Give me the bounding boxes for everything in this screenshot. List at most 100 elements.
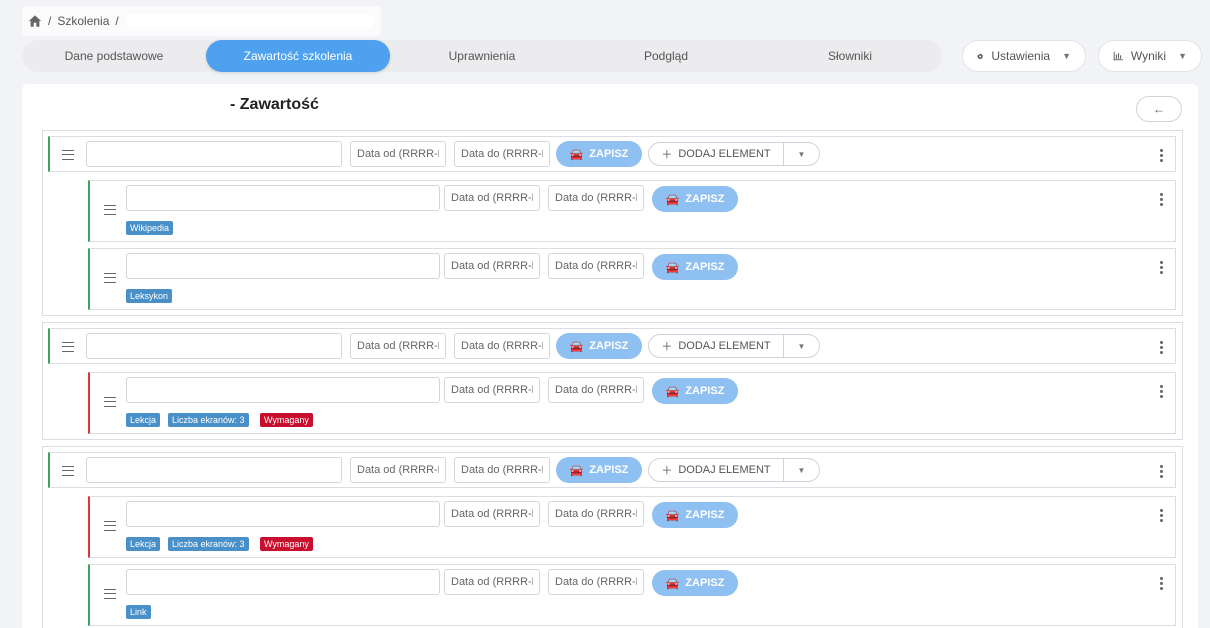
tab-uprawnienia[interactable]: Uprawnienia bbox=[390, 40, 574, 72]
group-title-input[interactable] bbox=[86, 457, 342, 483]
drag-handle-icon[interactable] bbox=[104, 273, 116, 283]
date-from-input[interactable] bbox=[444, 377, 540, 403]
save-button[interactable]: 🚘 ZAPISZ bbox=[652, 502, 738, 528]
kebab-menu-icon[interactable] bbox=[1160, 509, 1164, 523]
drag-handle-icon[interactable] bbox=[62, 342, 74, 352]
add-element-button[interactable]: ＋ DODAJ ELEMENT ▼ bbox=[648, 334, 820, 358]
save-button[interactable]: 🚘 ZAPISZ bbox=[652, 570, 738, 596]
add-element-dropdown-toggle[interactable]: ▼ bbox=[783, 143, 819, 165]
drag-handle-icon[interactable] bbox=[104, 205, 116, 215]
drag-handle-icon[interactable] bbox=[62, 150, 74, 160]
breadcrumb-item-szkolenia[interactable]: Szkolenia bbox=[57, 14, 109, 28]
date-from-input[interactable] bbox=[350, 457, 446, 483]
screen-count-badge: Liczba ekranów: 3 bbox=[168, 537, 249, 551]
content-item-row: 🚘 ZAPISZ Lekcja Liczba ekranów: 3 Wymagan… bbox=[88, 496, 1176, 558]
group-header-row: 🚘 ZAPISZ ＋ DODAJ ELEMENT ▼ bbox=[48, 452, 1176, 488]
date-to-input[interactable] bbox=[454, 141, 550, 167]
save-button[interactable]: 🚘 ZAPISZ bbox=[556, 141, 642, 167]
drag-handle-icon[interactable] bbox=[104, 589, 116, 599]
results-button[interactable]: Wyniki ▼ bbox=[1098, 40, 1202, 72]
date-to-input[interactable] bbox=[548, 253, 644, 279]
group-title-input[interactable] bbox=[86, 333, 342, 359]
plus-icon: ＋ bbox=[661, 341, 673, 353]
bar-chart-icon bbox=[1113, 51, 1123, 61]
save-label: ZAPISZ bbox=[589, 464, 629, 476]
chevron-down-icon: ▼ bbox=[797, 465, 806, 475]
save-button[interactable]: 🚘 ZAPISZ bbox=[556, 457, 642, 483]
save-label: ZAPISZ bbox=[685, 577, 725, 589]
content-item-row: 🚘 ZAPISZ Leksykon bbox=[88, 248, 1176, 310]
kebab-menu-icon[interactable] bbox=[1160, 577, 1164, 591]
date-from-input[interactable] bbox=[444, 253, 540, 279]
save-label: ZAPISZ bbox=[685, 193, 725, 205]
tab-zawartosc-szkolenia[interactable]: Zawartość szkolenia bbox=[206, 40, 390, 72]
tab-podglad[interactable]: Podgląd bbox=[574, 40, 758, 72]
settings-label: Ustawienia bbox=[991, 49, 1051, 63]
date-from-input[interactable] bbox=[350, 141, 446, 167]
item-title-input[interactable] bbox=[126, 501, 440, 527]
add-element-dropdown-toggle[interactable]: ▼ bbox=[783, 335, 819, 357]
required-badge: Wymagany bbox=[260, 413, 313, 427]
add-element-dropdown-toggle[interactable]: ▼ bbox=[783, 459, 819, 481]
home-icon[interactable] bbox=[28, 14, 42, 28]
add-element-main[interactable]: ＋ DODAJ ELEMENT bbox=[649, 335, 783, 357]
tab-bar: Dane podstawowe Zawartość szkolenia Upra… bbox=[22, 40, 942, 72]
content-item-row: 🚘 ZAPISZ Lekcja Liczba ekranów: 3 Wymagan… bbox=[88, 372, 1176, 434]
add-element-label: DODAJ ELEMENT bbox=[678, 340, 771, 352]
type-badge: Leksykon bbox=[126, 289, 173, 303]
breadcrumb-item-current bbox=[124, 14, 375, 28]
kebab-menu-icon[interactable] bbox=[1160, 385, 1164, 399]
date-to-input[interactable] bbox=[548, 501, 644, 527]
drag-handle-icon[interactable] bbox=[62, 466, 74, 476]
kebab-menu-icon[interactable] bbox=[1160, 465, 1164, 479]
save-button[interactable]: 🚘 ZAPISZ bbox=[652, 186, 738, 212]
date-from-input[interactable] bbox=[444, 501, 540, 527]
tab-slowniki[interactable]: Słowniki bbox=[758, 40, 942, 72]
drag-handle-icon[interactable] bbox=[104, 397, 116, 407]
add-element-button[interactable]: ＋ DODAJ ELEMENT ▼ bbox=[648, 458, 820, 482]
save-button[interactable]: 🚘 ZAPISZ bbox=[556, 333, 642, 359]
content-item-row: 🚘 ZAPISZ Wikipedia bbox=[88, 180, 1176, 242]
car-icon: 🚘 bbox=[569, 340, 584, 353]
date-to-input[interactable] bbox=[548, 377, 644, 403]
kebab-menu-icon[interactable] bbox=[1160, 341, 1164, 355]
gear-icon bbox=[977, 52, 984, 59]
chevron-down-icon: ▼ bbox=[797, 341, 806, 351]
content-group: 🚘 ZAPISZ ＋ DODAJ ELEMENT ▼ 🚘 ZAPISZ Wikiped… bbox=[42, 130, 1183, 316]
date-from-input[interactable] bbox=[444, 569, 540, 595]
save-button[interactable]: 🚘 ZAPISZ bbox=[652, 378, 738, 404]
save-button[interactable]: 🚘 ZAPISZ bbox=[652, 254, 738, 280]
item-title-input[interactable] bbox=[126, 185, 440, 211]
save-label: ZAPISZ bbox=[589, 148, 629, 160]
item-title-input[interactable] bbox=[126, 253, 440, 279]
tab-dane-podstawowe[interactable]: Dane podstawowe bbox=[22, 40, 206, 72]
add-element-button[interactable]: ＋ DODAJ ELEMENT ▼ bbox=[648, 142, 820, 166]
group-title-input[interactable] bbox=[86, 141, 342, 167]
item-title-input[interactable] bbox=[126, 377, 440, 403]
add-element-label: DODAJ ELEMENT bbox=[678, 464, 771, 476]
date-to-input[interactable] bbox=[548, 185, 644, 211]
date-to-input[interactable] bbox=[454, 457, 550, 483]
date-to-input[interactable] bbox=[454, 333, 550, 359]
group-header-row: 🚘 ZAPISZ ＋ DODAJ ELEMENT ▼ bbox=[48, 136, 1176, 172]
kebab-menu-icon[interactable] bbox=[1160, 149, 1164, 163]
type-badge: Lekcja bbox=[126, 413, 161, 427]
back-button[interactable]: ← bbox=[1136, 96, 1182, 122]
date-to-input[interactable] bbox=[548, 569, 644, 595]
save-label: ZAPISZ bbox=[685, 509, 725, 521]
item-title-input[interactable] bbox=[126, 569, 440, 595]
settings-button[interactable]: Ustawienia ▼ bbox=[962, 40, 1086, 72]
car-icon: 🚘 bbox=[569, 464, 584, 477]
kebab-menu-icon[interactable] bbox=[1160, 193, 1164, 207]
drag-handle-icon[interactable] bbox=[104, 521, 116, 531]
date-from-input[interactable] bbox=[350, 333, 446, 359]
required-badge: Wymagany bbox=[260, 537, 313, 551]
add-element-label: DODAJ ELEMENT bbox=[678, 148, 771, 160]
date-from-input[interactable] bbox=[444, 185, 540, 211]
chevron-down-icon: ▼ bbox=[797, 149, 806, 159]
save-label: ZAPISZ bbox=[589, 340, 629, 352]
add-element-main[interactable]: ＋ DODAJ ELEMENT bbox=[649, 143, 783, 165]
kebab-menu-icon[interactable] bbox=[1160, 261, 1164, 275]
car-icon: 🚘 bbox=[665, 193, 680, 206]
add-element-main[interactable]: ＋ DODAJ ELEMENT bbox=[649, 459, 783, 481]
